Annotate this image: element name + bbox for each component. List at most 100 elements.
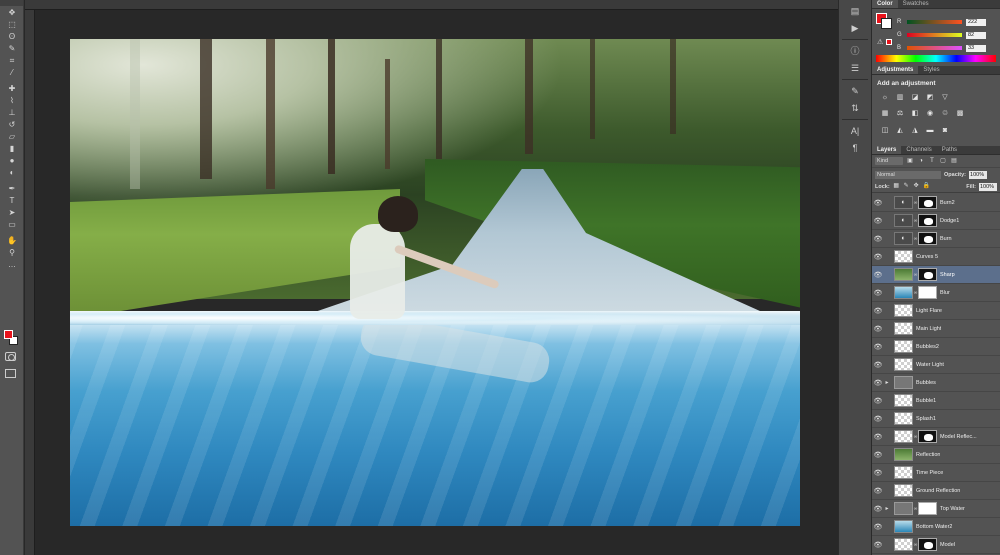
panel-background-swatch[interactable] [881,18,892,29]
layer-thumbnail[interactable] [894,430,913,443]
layer-row[interactable]: 👁 ◐ ∞ Burn2 [872,194,1000,212]
quick-select-tool-icon[interactable]: ✎ [4,43,20,54]
layer-name[interactable]: Ground Reflection [916,488,960,494]
layer-name[interactable]: Splash1 [916,416,936,422]
brightness-contrast-icon[interactable]: ☼ [880,93,890,102]
tab-layers[interactable]: Layers [872,146,902,154]
layer-mask-thumbnail[interactable] [918,268,937,281]
layer-row[interactable]: 👁 ▸ Bubbles [872,374,1000,392]
hand-tool-icon[interactable]: ✋ [4,235,20,246]
layer-row[interactable]: 👁 Main Light [872,320,1000,338]
layer-name[interactable]: Curves 5 [916,254,938,260]
toolbar-grip[interactable] [0,0,23,6]
screen-mode-icon[interactable] [5,369,16,378]
shape-tool-icon[interactable]: ▭ [4,219,20,230]
visibility-eye-icon[interactable]: 👁 [872,541,884,549]
layer-name[interactable]: Water Light [916,362,944,368]
layer-thumbnail[interactable]: ◐ [894,196,913,209]
color-spectrum-ramp[interactable] [876,55,996,62]
eyedropper-tool-icon[interactable]: ⁄ [4,67,20,78]
layer-thumbnail[interactable] [894,484,913,497]
move-tool-icon[interactable]: ✥ [4,7,20,18]
layer-thumbnail[interactable]: ◐ [894,214,913,227]
gradient-tool-icon[interactable]: ▮ [4,143,20,154]
layer-thumbnail[interactable] [894,340,913,353]
tab-adjustments[interactable]: Adjustments [872,66,919,74]
layer-thumbnail[interactable] [894,412,913,425]
layer-row[interactable]: 👁 Bubbles2 [872,338,1000,356]
lock-all-icon[interactable]: 🔒 [923,183,930,190]
red-slider[interactable] [907,20,962,24]
healing-brush-tool-icon[interactable]: ✚ [4,83,20,94]
layer-name[interactable]: Bubbles [916,380,936,386]
properties-panel-icon[interactable]: ☰ [845,62,865,74]
history-panel-icon[interactable]: ▤ [845,5,865,17]
info-panel-icon[interactable]: ⓘ [845,45,865,57]
layer-name[interactable]: Bubbles2 [916,344,939,350]
layer-thumbnail[interactable] [894,394,913,407]
layer-row[interactable]: 👁 Bubble1 [872,392,1000,410]
invert-icon[interactable]: ◫ [880,126,890,135]
black-white-icon[interactable]: ◧ [910,109,920,118]
selective-color-icon[interactable]: ◙ [940,126,950,135]
foreground-color-swatch[interactable] [4,330,13,339]
visibility-eye-icon[interactable]: 👁 [872,505,884,513]
layer-row[interactable]: 👁 ∞ Blur [872,284,1000,302]
visibility-eye-icon[interactable]: 👁 [872,523,884,531]
photo-filter-icon[interactable]: ◉ [925,109,935,118]
tab-swatches[interactable]: Swatches [898,0,934,8]
blue-slider[interactable] [907,46,962,50]
visibility-eye-icon[interactable]: 👁 [872,253,884,261]
tab-paths[interactable]: Paths [937,146,962,154]
gradient-map-icon[interactable]: ▬ [925,126,935,135]
channel-mixer-icon[interactable]: ♲ [940,109,950,118]
visibility-eye-icon[interactable]: 👁 [872,451,884,459]
blend-mode-select[interactable]: Normal [875,170,941,179]
color-lookup-icon[interactable]: ▩ [955,109,965,118]
layer-mask-thumbnail[interactable] [918,286,937,299]
layer-row[interactable]: 👁 Bottom Water2 [872,518,1000,536]
visibility-eye-icon[interactable]: 👁 [872,415,884,423]
layer-mask-thumbnail[interactable] [918,196,937,209]
layer-mask-thumbnail[interactable] [918,232,937,245]
layer-row[interactable]: 👁 ∞ Sharp [872,266,1000,284]
layer-thumbnail[interactable] [894,466,913,479]
more-tools-icon[interactable]: … [4,259,20,270]
quick-mask-icon[interactable] [5,352,16,361]
brush-panel-icon[interactable]: ✎ [845,85,865,97]
folder-icon[interactable] [894,376,913,389]
exposure-icon[interactable]: ◩ [925,93,935,102]
eraser-tool-icon[interactable]: ▱ [4,131,20,142]
layer-row[interactable]: 👁 ∞ Model Reflec... [872,428,1000,446]
layer-name[interactable]: Burn2 [940,200,955,206]
folder-icon[interactable] [894,502,913,515]
layer-row[interactable]: 👁 Light Flare [872,302,1000,320]
tab-color[interactable]: Color [872,0,898,8]
blue-value-field[interactable]: 33 [966,44,986,52]
history-brush-tool-icon[interactable]: ↺ [4,119,20,130]
kind-filter-select[interactable]: Kind [875,157,903,165]
brush-tool-icon[interactable]: ⌇ [4,95,20,106]
actions-panel-icon[interactable]: ▶ [845,22,865,34]
vertical-ruler[interactable] [25,10,35,555]
layer-name[interactable]: Model [940,542,955,548]
shape-filter-icon[interactable]: ▢ [939,157,947,165]
curves-icon[interactable]: ◪ [910,93,920,102]
layer-row[interactable]: 👁 Ground Reflection [872,482,1000,500]
crop-tool-icon[interactable]: ⌗ [4,55,20,66]
red-value-field[interactable]: 222 [966,18,986,26]
layer-thumbnail[interactable] [894,538,913,551]
pen-tool-icon[interactable]: ✒ [4,183,20,194]
threshold-icon[interactable]: ◮ [910,126,920,135]
layer-row[interactable]: 👁 ◐ ∞ Burn [872,230,1000,248]
gamut-warning-swatch[interactable] [886,39,892,45]
layer-thumbnail[interactable] [894,304,913,317]
visibility-eye-icon[interactable]: 👁 [872,199,884,207]
tab-styles[interactable]: Styles [918,66,944,74]
layer-name[interactable]: Light Flare [916,308,942,314]
visibility-eye-icon[interactable]: 👁 [872,361,884,369]
visibility-eye-icon[interactable]: 👁 [872,487,884,495]
layer-name[interactable]: Top Water [940,506,965,512]
layer-row[interactable]: 👁 Curves 5 [872,248,1000,266]
gamut-warning-icon[interactable]: ⚠ [877,38,883,46]
